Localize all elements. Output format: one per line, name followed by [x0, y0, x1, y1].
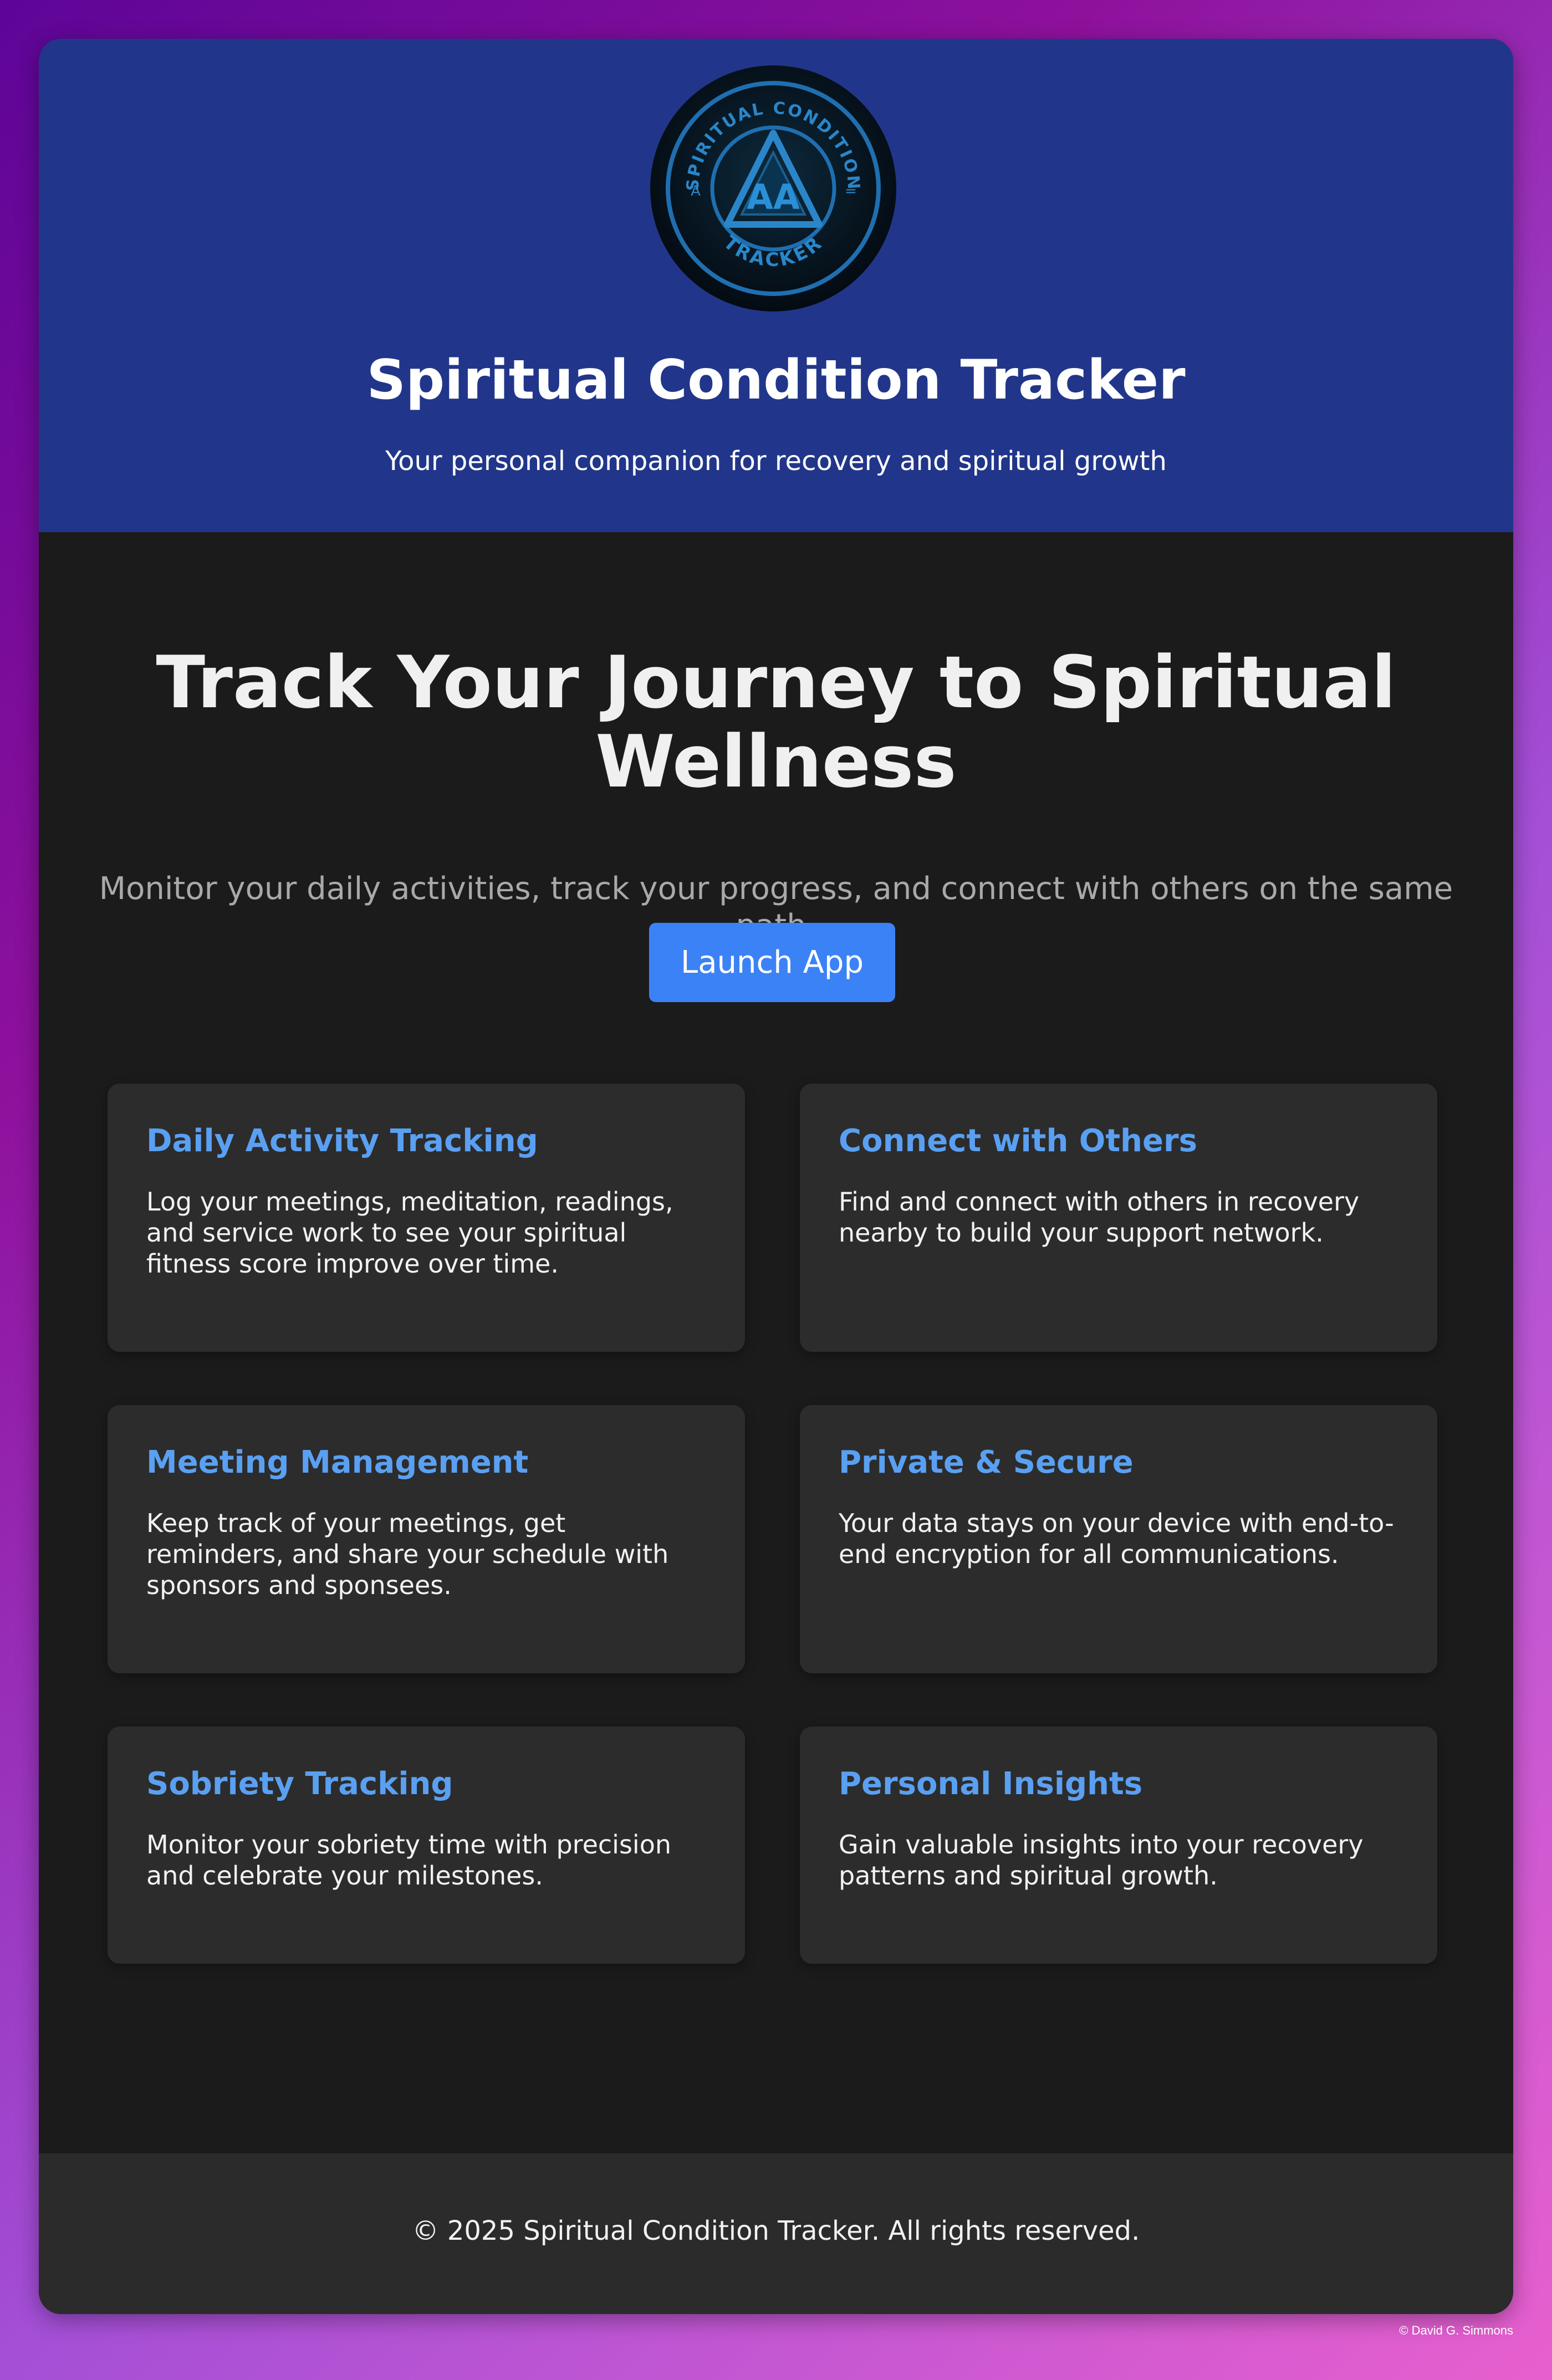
site-tagline: Your personal companion for recovery and… [385, 446, 1167, 477]
feature-title: Meeting Management [146, 1444, 529, 1480]
author-credit: © David G. Simmons [1399, 2323, 1513, 2337]
logo-side-right: = [845, 183, 857, 200]
launch-app-button[interactable]: Launch App [649, 923, 895, 1002]
logo-emblem-icon: SPIRITUAL CONDITION TRACKER A = AA [650, 65, 896, 311]
site-title: Spiritual Condition Tracker [366, 349, 1186, 412]
logo-side-left: A [691, 183, 701, 200]
app-logo: SPIRITUAL CONDITION TRACKER A = AA [649, 64, 898, 313]
feature-title: Daily Activity Tracking [146, 1123, 538, 1159]
feature-card-personal-insights: Personal Insights Gain valuable insights… [800, 1727, 1437, 1964]
feature-description: Log your meetings, meditation, readings,… [146, 1187, 673, 1279]
footer: © 2025 Spiritual Condition Tracker. All … [39, 2153, 1513, 2314]
feature-description: Find and connect with others in recovery… [839, 1187, 1360, 1248]
feature-title: Connect with Others [839, 1123, 1197, 1159]
header: SPIRITUAL CONDITION TRACKER A = AA Spiri… [39, 39, 1513, 532]
landing-card: SPIRITUAL CONDITION TRACKER A = AA Spiri… [39, 39, 1513, 2314]
feature-description: Monitor your sobriety time with precisio… [146, 1830, 671, 1891]
feature-card-daily-activity: Daily Activity Tracking Log your meeting… [108, 1084, 745, 1352]
feature-description: Keep track of your meetings, get reminde… [146, 1508, 669, 1601]
feature-title: Personal Insights [839, 1766, 1143, 1802]
feature-card-sobriety-tracking: Sobriety Tracking Monitor your sobriety … [108, 1727, 745, 1964]
footer-copyright: © 2025 Spiritual Condition Tracker. All … [412, 2215, 1140, 2246]
feature-card-connect: Connect with Others Find and connect wit… [800, 1084, 1437, 1352]
feature-description: Gain valuable insights into your recover… [839, 1830, 1364, 1891]
feature-card-meeting-management: Meeting Management Keep track of your me… [108, 1405, 745, 1673]
logo-monogram: AA [747, 177, 800, 217]
feature-title: Sobriety Tracking [146, 1766, 453, 1802]
hero-title: Track Your Journey to Spiritual Wellness [156, 640, 1396, 804]
feature-card-private-secure: Private & Secure Your data stays on your… [800, 1405, 1437, 1673]
feature-description: Your data stays on your device with end-… [839, 1508, 1394, 1570]
feature-title: Private & Secure [839, 1444, 1134, 1480]
